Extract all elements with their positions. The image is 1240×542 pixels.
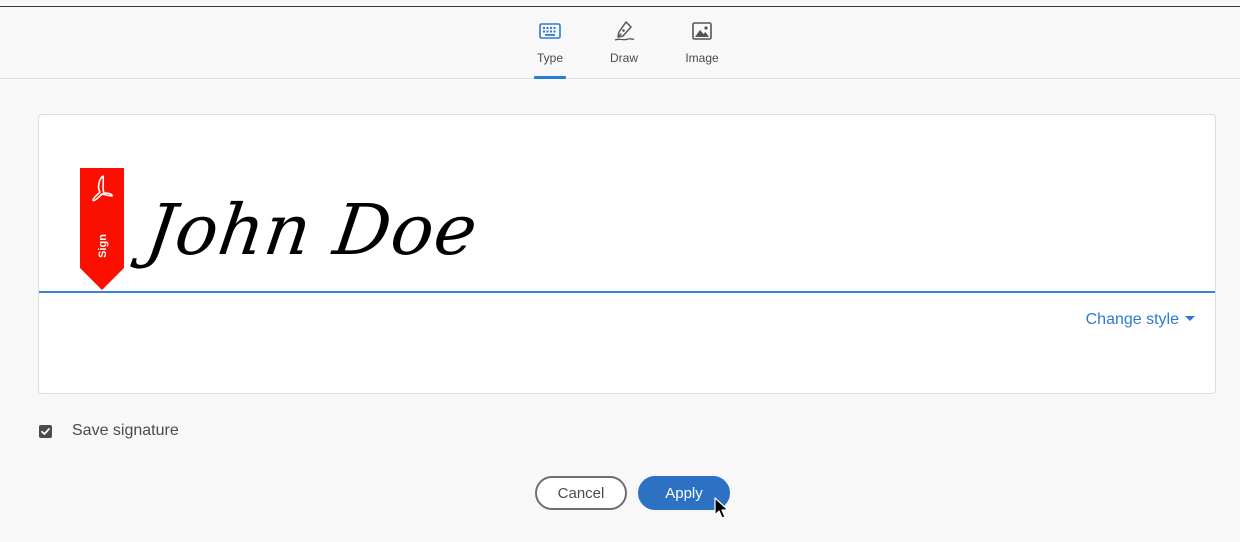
caret-down-icon (1185, 316, 1195, 322)
signature-panel: Sign John Doe Change style (38, 114, 1216, 394)
save-signature-checkbox[interactable] (39, 424, 52, 438)
tab-type-label: Type (536, 51, 563, 65)
tab-image[interactable]: Image (679, 7, 725, 78)
keyboard-icon (539, 23, 561, 39)
typed-signature: John Doe (141, 189, 484, 271)
save-signature-label: Save signature (72, 422, 179, 439)
sign-ribbon-label: Sign (97, 234, 109, 258)
pen-draw-icon (614, 21, 635, 41)
mouse-pointer-icon (714, 497, 729, 519)
change-style-label: Change style (1085, 311, 1179, 328)
tab-type[interactable]: Type (530, 7, 570, 79)
checkmark-icon (41, 427, 50, 435)
tab-image-label: Image (685, 51, 719, 65)
signature-baseline (39, 291, 1215, 293)
cancel-button[interactable]: Cancel (535, 476, 627, 510)
signature-mode-tabbar: Type Draw Image (0, 7, 1240, 79)
change-style-dropdown[interactable]: Change style (1086, 311, 1195, 329)
image-icon (692, 22, 712, 40)
tab-draw-label: Draw (609, 51, 638, 65)
save-signature-row: Save signature (39, 420, 179, 442)
adobe-sign-ribbon: Sign (80, 168, 124, 290)
tab-draw[interactable]: Draw (603, 7, 645, 78)
active-tab-indicator (534, 76, 566, 79)
